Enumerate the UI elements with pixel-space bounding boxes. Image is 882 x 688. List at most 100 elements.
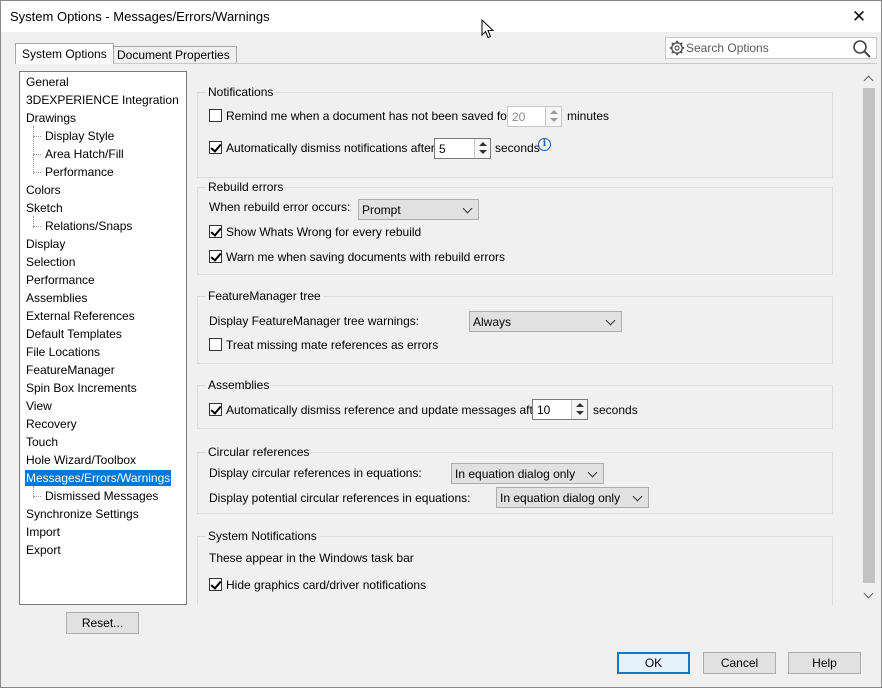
dismiss-reference-unit: seconds [593, 403, 638, 417]
tab-system-options[interactable]: System Options [15, 43, 114, 64]
tree-item-performance[interactable]: Performance [25, 272, 96, 288]
tree-item-synchronize-settings[interactable]: Synchronize Settings [25, 506, 140, 522]
tree-item-import[interactable]: Import [25, 524, 61, 540]
reset-button[interactable]: Reset... [66, 612, 139, 634]
tree-item-export[interactable]: Export [25, 542, 62, 558]
remind-unit-label: minutes [567, 109, 610, 123]
tree-item-selection[interactable]: Selection [25, 254, 76, 270]
tree-item-drawings[interactable]: Drawings [25, 110, 77, 126]
remind-unsaved-label: Remind me when a document has not been s… [226, 109, 515, 123]
circular-potential-dropdown[interactable]: In equation dialog only [496, 487, 649, 508]
warn-saving-checkbox[interactable] [209, 250, 222, 263]
window-title: System Options - Messages/Errors/Warning… [10, 9, 270, 24]
tree-item-view[interactable]: View [25, 398, 53, 414]
notifications-group: Notifications Remind me when a document … [197, 85, 833, 178]
cancel-button[interactable]: Cancel [703, 652, 776, 674]
tree-item-hole-wizard-toolbox[interactable]: Hole Wizard/Toolbox [25, 452, 137, 468]
circular-display-dropdown[interactable]: In equation dialog only [451, 463, 604, 484]
circular-potential-value: In equation dialog only [500, 491, 621, 505]
chevron-down-icon [587, 467, 598, 478]
search-icon[interactable] [852, 39, 872, 59]
help-button[interactable]: Help [788, 652, 861, 674]
remind-unsaved-checkbox[interactable] [209, 109, 222, 122]
circular-display-label: Display circular references in equations… [209, 466, 422, 480]
rebuild-error-dropdown[interactable]: Prompt [358, 199, 479, 220]
remind-minutes-spinbox[interactable]: 20 [507, 106, 562, 127]
tree-item-general[interactable]: General [25, 74, 70, 90]
spin-down-icon [479, 150, 487, 154]
rebuild-error-value: Prompt [362, 203, 401, 217]
tree-item-3dexperience-integration[interactable]: 3DEXPERIENCE Integration [25, 92, 180, 108]
panel-scrollbar[interactable] [861, 71, 877, 605]
dismiss-notifications-label: Automatically dismiss notifications afte… [226, 141, 439, 155]
scroll-down-icon[interactable] [863, 588, 874, 599]
tab-document-properties[interactable]: Document Properties [110, 46, 237, 64]
system-options-dialog: System Options - Messages/Errors/Warning… [0, 0, 882, 688]
treat-missing-mate-checkbox[interactable] [209, 338, 222, 351]
show-whats-wrong-checkbox[interactable] [209, 225, 222, 238]
spinbox-arrows[interactable] [571, 400, 587, 419]
featuremanager-tree-title: FeatureManager tree [206, 289, 323, 303]
spinbox-arrows[interactable] [545, 107, 561, 126]
scroll-thumb[interactable] [863, 88, 875, 583]
tab-system-options-label: System Options [22, 47, 107, 61]
close-button[interactable]: ✕ [837, 1, 881, 32]
hide-graphics-notifications-label: Hide graphics card/driver notifications [226, 578, 427, 592]
fm-warnings-dropdown[interactable]: Always [469, 311, 622, 332]
tree-item-drawings-performance[interactable]: Performance [44, 164, 115, 180]
spinbox-arrows[interactable] [474, 139, 490, 158]
dismiss-notifications-checkbox[interactable] [209, 141, 222, 154]
tree-item-spin-box-increments[interactable]: Spin Box Increments [25, 380, 138, 396]
mouse-pointer-icon [481, 19, 495, 39]
tree-item-sketch[interactable]: Sketch [25, 200, 64, 216]
dismiss-reference-label: Automatically dismiss reference and upda… [226, 403, 547, 417]
tree-connector [33, 226, 41, 227]
hide-graphics-notifications-checkbox[interactable] [209, 578, 222, 591]
circular-references-title: Circular references [206, 445, 312, 459]
info-icon[interactable]: i [538, 138, 551, 151]
dismiss-reference-spinbox[interactable]: 10 [532, 399, 588, 420]
featuremanager-tree-group: FeatureManager tree Display FeatureManag… [197, 289, 833, 364]
tab-document-properties-label: Document Properties [117, 48, 230, 62]
tree-item-external-references[interactable]: External References [25, 308, 136, 324]
gear-icon [669, 40, 685, 56]
dismiss-reference-checkbox[interactable] [209, 403, 222, 416]
remind-minutes-value: 20 [512, 110, 526, 124]
ok-button[interactable]: OK [617, 652, 690, 674]
dismiss-seconds-value: 5 [439, 142, 446, 156]
tree-item-touch[interactable]: Touch [25, 434, 59, 450]
tree-item-recovery[interactable]: Recovery [25, 416, 78, 432]
tree-item-featuremanager[interactable]: FeatureManager [25, 362, 116, 378]
tree-connector [33, 172, 41, 173]
tree-item-default-templates[interactable]: Default Templates [25, 326, 123, 342]
fm-display-warnings-label: Display FeatureManager tree warnings: [209, 314, 420, 328]
spin-down-icon [576, 411, 584, 415]
tree-connector [33, 126, 34, 174]
dismiss-reference-value: 10 [537, 403, 551, 417]
tree-item-messages-errors-warnings[interactable]: Messages/Errors/Warnings [25, 470, 172, 486]
tree-item-colors[interactable]: Colors [25, 182, 62, 198]
rebuild-when-label: When rebuild error occurs: [209, 200, 351, 214]
options-tree: General 3DEXPERIENCE Integration Drawing… [19, 71, 187, 605]
tree-item-display[interactable]: Display [25, 236, 66, 252]
tree-item-display-style[interactable]: Display Style [44, 128, 115, 144]
circular-references-group: Circular references Display circular ref… [197, 445, 833, 514]
tree-item-area-hatch-fill[interactable]: Area Hatch/Fill [44, 146, 125, 162]
chevron-down-icon [462, 203, 473, 214]
tree-item-relations-snaps[interactable]: Relations/Snaps [44, 218, 133, 234]
treat-missing-mate-label: Treat missing mate references as errors [226, 338, 439, 352]
dismiss-unit-label: seconds [495, 141, 540, 155]
tree-connector [33, 136, 41, 137]
close-icon: ✕ [851, 6, 867, 26]
assemblies-title: Assemblies [206, 378, 272, 392]
scroll-up-icon[interactable] [863, 75, 874, 86]
tree-item-file-locations[interactable]: File Locations [25, 344, 101, 360]
tree-item-assemblies[interactable]: Assemblies [25, 290, 88, 306]
notifications-title: Notifications [206, 85, 276, 99]
search-input[interactable] [686, 40, 846, 56]
fm-warnings-value: Always [473, 315, 512, 329]
tree-item-dismissed-messages[interactable]: Dismissed Messages [44, 488, 159, 504]
dismiss-seconds-spinbox[interactable]: 5 [434, 138, 491, 159]
tree-connector [33, 154, 41, 155]
system-notifications-note: These appear in the Windows task bar [209, 551, 414, 565]
